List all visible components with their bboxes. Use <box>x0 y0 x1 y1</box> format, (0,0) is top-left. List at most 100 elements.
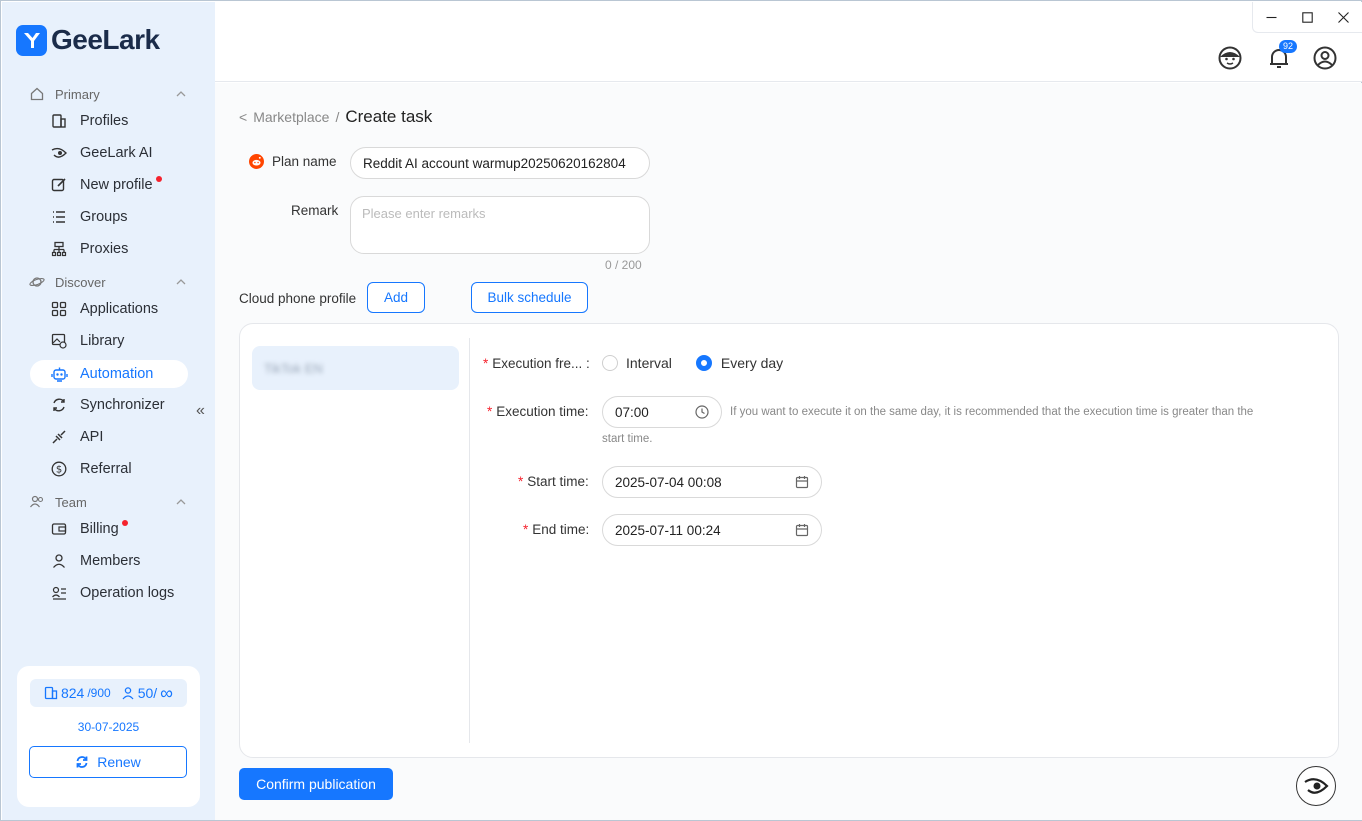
ai-eye-icon <box>50 144 68 162</box>
bulk-schedule-button[interactable]: Bulk schedule <box>471 282 588 313</box>
sidebar-item-proxies[interactable]: Proxies <box>30 235 188 263</box>
apps-grid-icon <box>50 300 68 318</box>
main-content: < Marketplace / Create task Plan name Re… <box>215 83 1362 820</box>
profile-quota: 824/900 <box>44 685 111 701</box>
sidebar-item-label: API <box>80 429 104 445</box>
support-agent-button[interactable] <box>1216 44 1244 72</box>
ai-assistant-button[interactable] <box>1296 766 1336 806</box>
sidebar-item-new-profile[interactable]: New profile <box>30 171 188 199</box>
execution-frequency-label: * Execution fre... : <box>483 356 590 371</box>
sidebar-item-api[interactable]: API <box>30 423 188 451</box>
sidebar-item-label: Automation <box>80 366 154 382</box>
profile-name: TikTok EN <box>264 360 323 376</box>
ai-eye-icon <box>1304 778 1329 794</box>
home-icon <box>29 86 45 102</box>
notification-badge: 92 <box>1279 40 1298 53</box>
start-time-value: 2025-07-04 00:08 <box>615 474 722 490</box>
geelark-logo-icon <box>16 24 47 56</box>
refresh-icon <box>76 756 88 768</box>
start-time-label: * Start time: <box>518 474 589 489</box>
sidebar-item-applications[interactable]: Applications <box>30 295 188 323</box>
members-used: 50/ <box>137 685 158 701</box>
renew-button[interactable]: Renew <box>29 746 187 778</box>
back-arrow[interactable]: < <box>239 109 247 125</box>
app-logo[interactable]: GeeLark <box>16 24 160 56</box>
add-profile-button[interactable]: Add <box>367 282 425 313</box>
planet-icon <box>29 274 45 290</box>
edit-icon <box>50 176 68 194</box>
team-icon <box>29 494 45 510</box>
chevron-up-icon <box>176 499 186 505</box>
radio-interval[interactable] <box>602 355 618 371</box>
panel-divider <box>469 338 470 743</box>
sidebar-item-geelark-ai[interactable]: GeeLark AI <box>30 139 188 167</box>
required-mark: * <box>483 356 489 371</box>
close-window-button[interactable] <box>1326 2 1362 32</box>
sidebar-item-members[interactable]: Members <box>30 547 188 575</box>
radio-interval-label[interactable]: Interval <box>626 355 672 371</box>
sidebar-item-profiles[interactable]: Profiles <box>30 107 188 135</box>
page-title: Create task <box>345 107 433 126</box>
calendar-icon <box>795 476 809 489</box>
sidebar-item-label: Operation logs <box>80 585 175 601</box>
plan-name-input[interactable]: Reddit AI account warmup20250620162804 <box>350 147 650 179</box>
user-avatar-icon <box>1313 46 1337 70</box>
minimize-icon <box>1266 16 1277 18</box>
section-primary[interactable]: Primary <box>29 86 187 102</box>
quota-card: 824/900 50/∞ 30-07-2025 Renew <box>17 666 200 807</box>
radio-every-day[interactable] <box>695 355 712 371</box>
quota-summary: 824/900 50/∞ <box>30 679 187 707</box>
section-label: Team <box>55 494 87 510</box>
end-time-picker[interactable]: 2025-07-11 00:24 <box>602 514 822 546</box>
breadcrumb-separator: / <box>335 109 340 125</box>
sidebar-item-label: Groups <box>80 209 128 225</box>
sidebar-item-referral[interactable]: $ Referral <box>30 455 188 483</box>
execution-time-picker[interactable]: 07:00 <box>602 396 722 428</box>
plan-name-label-group: Plan name <box>249 154 337 169</box>
remark-textarea[interactable]: Please enter remarks <box>350 196 650 254</box>
sidebar-item-operation-logs[interactable]: Operation logs <box>30 579 188 607</box>
clock-icon <box>695 405 709 419</box>
start-time-picker[interactable]: 2025-07-04 00:08 <box>602 466 822 498</box>
account-button[interactable] <box>1311 44 1339 72</box>
wallet-icon <box>50 520 68 538</box>
section-discover[interactable]: Discover <box>29 274 187 290</box>
new-indicator-dot <box>121 520 128 526</box>
app-window: GeeLark Primary Profiles GeeLark AI New … <box>0 0 1362 821</box>
sidebar-item-label: GeeLark AI <box>80 145 153 161</box>
new-indicator-dot <box>155 176 162 182</box>
sidebar-item-label: Library <box>80 333 125 349</box>
remark-char-counter: 0 / 200 <box>605 258 642 272</box>
plan-name-label: Plan name <box>272 154 337 169</box>
sidebar-item-library[interactable]: Library <box>30 327 188 355</box>
confirm-publication-button[interactable]: Confirm publication <box>239 768 393 800</box>
sidebar-item-label: Members <box>80 553 141 569</box>
radio-every-day-label[interactable]: Every day <box>721 355 783 371</box>
sidebar-item-label: Synchronizer <box>80 397 165 413</box>
sidebar-item-label: Billing <box>80 521 119 537</box>
section-team[interactable]: Team <box>29 494 187 510</box>
user-icon <box>50 552 68 570</box>
breadcrumb-marketplace[interactable]: Marketplace <box>253 109 329 125</box>
schedule-panel: TikTok EN * Execution fre... : Interval E… <box>239 323 1339 758</box>
execution-time-text: Execution time: <box>496 404 589 419</box>
api-plug-icon <box>50 428 68 446</box>
section-label: Primary <box>55 86 100 102</box>
end-time-value: 2025-07-11 00:24 <box>615 522 721 538</box>
remark-label: Remark <box>291 203 339 218</box>
minimize-button[interactable] <box>1253 2 1289 32</box>
dollar-coin-icon: $ <box>50 460 68 478</box>
sidebar-item-billing[interactable]: Billing <box>30 515 188 543</box>
maximize-icon <box>1302 11 1313 23</box>
sidebar-item-label: Applications <box>80 301 159 317</box>
sidebar-item-groups[interactable]: Groups <box>30 203 188 231</box>
maximize-button[interactable] <box>1289 2 1325 32</box>
sidebar-item-label: New profile <box>80 177 153 193</box>
notifications-button[interactable]: 92 <box>1265 40 1298 72</box>
execution-time-hint: If you want to execute it on the same da… <box>730 406 1254 418</box>
sidebar-item-synchronizer[interactable]: Synchronizer <box>30 391 188 419</box>
collapse-sidebar-button[interactable]: « <box>196 402 205 420</box>
sidebar-item-automation[interactable]: Automation <box>30 360 188 388</box>
selected-profile-item[interactable]: TikTok EN <box>252 346 459 390</box>
execution-time-value: 07:00 <box>615 404 649 420</box>
